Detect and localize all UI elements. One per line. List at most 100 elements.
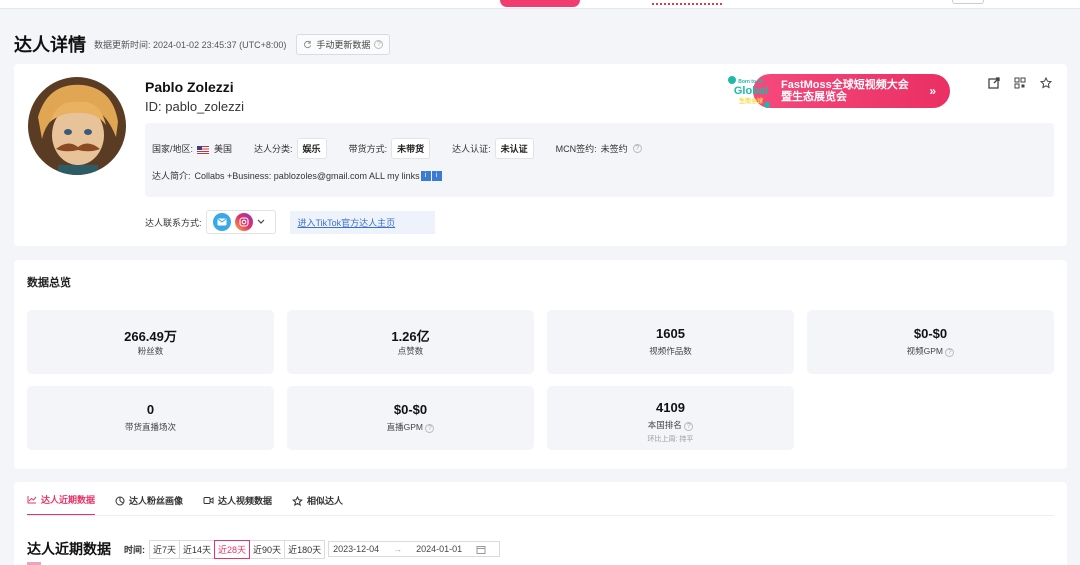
contact-row: 达人联系方式: 进入TikTok官方达人主页	[145, 210, 435, 234]
range-90d[interactable]: 近90天	[249, 539, 286, 559]
stat-followers: 266.49万 粉丝数	[27, 310, 274, 374]
trend-icon	[27, 496, 37, 504]
stat-label: 带货直播场次	[124, 422, 176, 432]
sales-method-tag: 未带货	[391, 138, 431, 159]
time-label: 时间:	[124, 544, 145, 555]
promo-line-2: 暨生态展览会	[781, 91, 847, 103]
tab-similar-creators[interactable]: 相似达人	[292, 493, 343, 516]
update-time: 数据更新时间: 2024-01-02 23:45:37 (UTC+8:00)	[94, 38, 286, 51]
stat-value: 0	[146, 402, 155, 417]
stat-value: 266.49万	[124, 329, 177, 344]
stat-videos: 1605 视频作品数	[547, 310, 794, 374]
tab-label: 达人近期数据	[41, 495, 96, 505]
info-icon[interactable]: i	[420, 170, 431, 181]
range-28d[interactable]: 近28天	[214, 539, 251, 559]
born-to-be-global-logo: Born to Be Global 生而全球	[728, 76, 770, 108]
auth-tag: 未认证	[494, 138, 534, 159]
start-date: 2023-12-04	[333, 544, 380, 554]
help-icon[interactable]: ?	[684, 422, 694, 431]
info-icon[interactable]: i	[431, 170, 442, 181]
double-chevron-right-icon: »	[929, 84, 936, 98]
contact-label: 达人联系方式:	[145, 217, 202, 228]
stat-value: 1605	[656, 326, 685, 341]
promo-pill[interactable]	[500, 0, 580, 7]
creator-bio: 达人简介: Collabs +Business: pablozoles@gmai…	[152, 169, 442, 182]
help-icon[interactable]: ?	[425, 424, 435, 433]
avatar	[28, 77, 126, 175]
logo-main-text: Global	[734, 85, 768, 97]
date-separator: →	[393, 544, 403, 554]
tab-label: 达人粉丝画像	[129, 496, 184, 506]
range-14d[interactable]: 近14天	[179, 539, 216, 559]
star-icon[interactable]	[1039, 76, 1053, 90]
qr-code-icon[interactable]	[1013, 76, 1027, 90]
external-link-icon[interactable]	[987, 76, 1001, 90]
stat-label: 粉丝数	[137, 346, 164, 356]
tab-label: 达人视频数据	[218, 496, 273, 506]
profile-card: Pablo Zolezzi ID: pablo_zolezzi Born to …	[14, 64, 1067, 246]
promo-banner[interactable]: Born to Be Global 生而全球 FastMoss全球短视频大会 暨…	[725, 72, 950, 110]
tab-label: 相似达人	[307, 496, 344, 506]
refresh-icon	[304, 40, 312, 48]
promo-banner-text: FastMoss全球短视频大会 暨生态展览会	[781, 79, 909, 103]
help-icon[interactable]: ?	[374, 39, 384, 49]
range-180d[interactable]: 近180天	[284, 539, 326, 559]
stat-value: 4109	[656, 400, 685, 415]
data-overview-card: 数据总览 266.49万 粉丝数 1.26亿 点赞数 1605 视频作品数 $0…	[14, 260, 1067, 469]
creator-id: ID: pablo_zolezzi	[145, 99, 244, 114]
calendar-icon	[476, 545, 486, 554]
auth-label: 达人认证:	[452, 144, 491, 154]
tab-fan-profile[interactable]: 达人粉丝画像	[115, 493, 183, 516]
stat-label: 视频作品数	[649, 346, 692, 356]
overview-title: 数据总览	[27, 277, 71, 289]
tab-video-data[interactable]: 达人视频数据	[203, 493, 272, 516]
creator-info-panel: 国家/地区: 美国 达人分类: 娱乐 带货方式: 未带货 达人认证: 未认证 M…	[145, 123, 1054, 197]
contact-methods[interactable]	[205, 210, 276, 234]
top-nav-bar	[0, 0, 1080, 9]
country-value: 美国	[197, 142, 232, 155]
stat-label: 视频GPM ?	[807, 345, 1054, 357]
help-icon[interactable]: ?	[945, 348, 955, 357]
recent-data-card: 达人近期数据 达人粉丝画像 达人视频数据 相似达人 达人近期数据 时间: 近7天…	[14, 482, 1067, 565]
stat-video-gpm: $0-$0 视频GPM ?	[807, 310, 1054, 374]
logo-cn-text: 生而全球	[739, 97, 764, 105]
tab-recent-data[interactable]: 达人近期数据	[27, 493, 96, 516]
stat-label: 直播GPM ?	[287, 421, 534, 433]
us-flag-icon	[197, 145, 210, 154]
range-7d[interactable]: 近7天	[149, 539, 181, 559]
stat-label-text: 本国排名	[647, 420, 682, 430]
tab-divider	[27, 515, 1054, 516]
manual-update-button[interactable]: 手动更新数据 ?	[296, 33, 391, 55]
country-text: 美国	[214, 144, 233, 154]
tiktok-profile-link[interactable]: 进入TikTok官方达人主页	[289, 210, 435, 234]
video-icon	[203, 497, 214, 504]
mcn-value: 未签约	[600, 144, 628, 154]
creator-name: Pablo Zolezzi	[145, 79, 234, 95]
range-selector: 近7天 近14天 近28天 近90天 近180天	[149, 539, 326, 559]
stat-live-gpm: $0-$0 直播GPM ?	[287, 386, 534, 450]
country-label: 国家/地区:	[152, 144, 194, 154]
update-time-label: 数据更新时间:	[94, 39, 151, 50]
detail-tabs: 达人近期数据 达人粉丝画像 达人视频数据 相似达人	[27, 493, 343, 516]
category-tag: 娱乐	[296, 138, 327, 159]
section-title: 达人近期数据	[27, 541, 111, 565]
stat-country-rank: 4109 本国排名 ? 环比上周: 持平	[547, 386, 794, 450]
chevron-down-icon[interactable]	[257, 217, 265, 227]
stat-value: $0-$0	[913, 326, 948, 341]
email-icon[interactable]	[212, 213, 231, 231]
stat-value: $0-$0	[393, 402, 428, 417]
recent-data-header: 达人近期数据 时间: 近7天 近14天 近28天 近90天 近180天 2023…	[27, 539, 501, 565]
creator-id-value: pablo_zolezzi	[165, 99, 245, 114]
creator-attributes: 国家/地区: 美国 达人分类: 娱乐 带货方式: 未带货 达人认证: 未认证 M…	[152, 138, 642, 159]
stat-label: 点赞数	[397, 346, 424, 356]
stat-subtext: 环比上周: 持平	[647, 436, 694, 443]
instagram-icon[interactable]	[234, 213, 253, 231]
page-header: 达人详情 数据更新时间: 2024-01-02 23:45:37 (UTC+8:…	[14, 30, 391, 58]
date-range-picker[interactable]: 2023-12-04 → 2024-01-01	[328, 541, 501, 557]
pie-icon	[115, 496, 125, 505]
top-nav-button[interactable]	[952, 0, 984, 4]
help-icon[interactable]: ?	[632, 144, 642, 153]
update-time-value: 2024-01-02 23:45:37 (UTC+8:00)	[153, 39, 287, 50]
promo-line-1: FastMoss全球短视频大会	[781, 79, 909, 91]
mcn-label: MCN签约:	[555, 144, 597, 154]
